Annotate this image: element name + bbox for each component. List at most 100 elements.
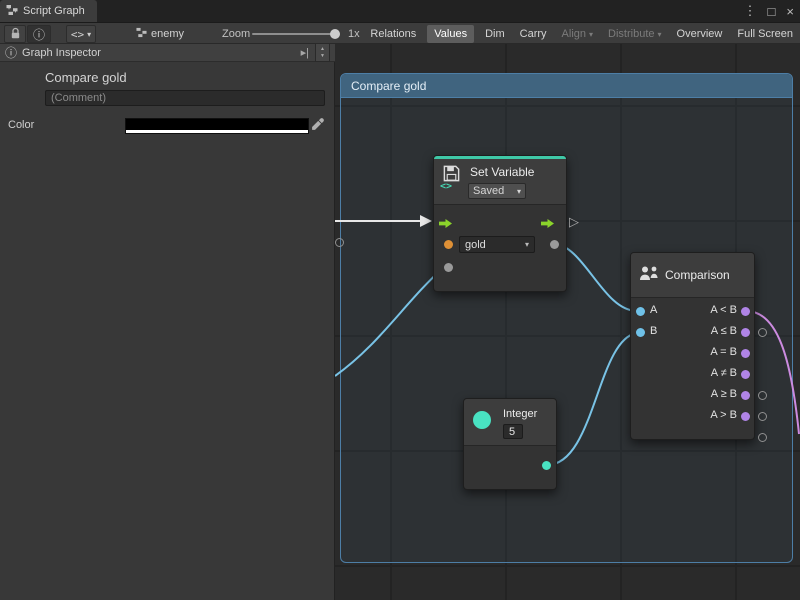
flow-output-arrow-icon[interactable]: [541, 218, 554, 232]
align-label: Align: [562, 28, 586, 40]
value-input-port[interactable]: [444, 263, 453, 272]
graph-icon: [136, 27, 147, 41]
unconnected-port[interactable]: [335, 238, 344, 247]
dim-button[interactable]: Dim: [481, 25, 509, 43]
group-header[interactable]: Compare gold: [341, 74, 792, 98]
variable-kind-dropdown[interactable]: Saved ▾: [468, 183, 526, 199]
spinner-down-icon[interactable]: ▼: [320, 53, 325, 60]
unconnected-port[interactable]: [758, 328, 767, 337]
input-label-a: A: [650, 304, 657, 316]
chevron-down-icon: ▾: [517, 187, 521, 196]
variable-output-port[interactable]: [550, 240, 559, 249]
output-label-gte: A ≥ B: [711, 388, 737, 400]
chevron-down-icon: ▾: [525, 240, 529, 249]
maximize-icon[interactable]: □: [768, 4, 776, 19]
comparison-icon: [639, 265, 659, 285]
comparison-row: A > B: [631, 406, 754, 427]
code-badge-icon: <>: [440, 181, 452, 192]
output-port-eq[interactable]: [741, 349, 750, 358]
unconnected-port[interactable]: [758, 412, 767, 421]
overview-button[interactable]: Overview: [673, 25, 727, 43]
flow-continuation-port[interactable]: ▷: [569, 214, 579, 230]
chevron-down-icon: ▾: [589, 30, 593, 39]
integer-icon: [473, 411, 491, 429]
dock-icon[interactable]: ▸|: [301, 46, 309, 59]
comparison-row: A ≥ B: [631, 385, 754, 406]
color-alpha-bar: [126, 130, 308, 133]
set-variable-title: Set Variable: [470, 165, 534, 179]
output-label-lte: A ≤ B: [711, 325, 737, 337]
integer-value-input[interactable]: 5: [503, 424, 523, 439]
carry-button[interactable]: Carry: [516, 25, 551, 43]
output-port-lt[interactable]: [741, 307, 750, 316]
code-view-button[interactable]: <> ▾: [66, 25, 96, 43]
tab-script-graph[interactable]: Script Graph: [0, 0, 97, 22]
set-variable-accent-bar: [434, 156, 566, 159]
node-set-variable[interactable]: <> Set Variable Saved ▾ gold ▾: [433, 155, 567, 292]
output-label-neq: A ≠ B: [711, 367, 737, 379]
variable-name-port[interactable]: [444, 240, 453, 249]
distribute-button[interactable]: Distribute ▾: [604, 25, 665, 43]
comparison-row: A ≠ B: [631, 364, 754, 385]
zoom-slider[interactable]: [252, 23, 340, 45]
panel-spinner[interactable]: ▲ ▼: [315, 43, 330, 62]
variable-name-value: gold: [465, 239, 486, 251]
comparison-row: B A ≤ B: [631, 322, 754, 343]
toolbar-actions: Relations Values Dim Carry Align ▾ Distr…: [366, 23, 797, 45]
close-icon[interactable]: ×: [786, 4, 794, 19]
node-integer[interactable]: Integer 5: [463, 398, 557, 490]
zoom-slider-track[interactable]: [252, 33, 340, 35]
input-port-a[interactable]: [636, 307, 645, 316]
graph-canvas[interactable]: Compare gold <> Set Variable Saved ▾: [335, 44, 800, 600]
spinner-up-icon[interactable]: ▲: [320, 46, 325, 53]
info-icon: ⓘ: [33, 26, 45, 43]
tab-bar: Script Graph ⋮ □ ×: [0, 0, 800, 22]
zoom-label: Zoom: [222, 28, 250, 40]
window-menu-icon[interactable]: ⋮: [744, 3, 757, 19]
zoom-value: 1x: [348, 28, 360, 40]
variable-name-dropdown[interactable]: gold ▾: [459, 236, 535, 253]
color-swatch[interactable]: [125, 118, 309, 134]
unconnected-port[interactable]: [758, 433, 767, 442]
comparison-title: Comparison: [665, 268, 730, 282]
unconnected-port[interactable]: [758, 391, 767, 400]
align-button[interactable]: Align ▾: [558, 25, 597, 43]
variable-kind-value: Saved: [473, 185, 504, 197]
inspected-graph-title: Compare gold: [45, 70, 127, 85]
graph-name-label: enemy: [151, 28, 184, 40]
comparison-row: A = B: [631, 343, 754, 364]
graph-inspector-panel: ⓘ Graph Inspector ▸| ▲ ▼ Compare gold Co…: [0, 44, 335, 600]
flow-input-arrow-icon[interactable]: [439, 218, 452, 232]
lock-icon: [10, 27, 21, 42]
input-label-b: B: [650, 325, 657, 337]
graph-toolbar: ⓘ <> ▾ enemy Zoom 1x Relations Values Di…: [0, 22, 800, 44]
zoom-slider-knob[interactable]: [330, 29, 340, 39]
integer-value: 5: [509, 426, 515, 438]
node-comparison[interactable]: Comparison A A < B B A ≤ B A = B A ≠ B: [630, 252, 755, 440]
fullscreen-button[interactable]: Full Screen: [733, 25, 797, 43]
inspector-toggle-button[interactable]: ⓘ: [27, 25, 51, 43]
output-port-gt[interactable]: [741, 412, 750, 421]
script-graph-icon: [6, 4, 18, 19]
values-button[interactable]: Values: [427, 25, 474, 43]
output-port-gte[interactable]: [741, 391, 750, 400]
window-controls: ⋮ □ ×: [744, 0, 794, 22]
output-port-neq[interactable]: [741, 370, 750, 379]
eyedropper-icon[interactable]: [311, 117, 325, 131]
tab-label: Script Graph: [23, 5, 85, 17]
lock-button[interactable]: [4, 25, 26, 43]
chevron-down-icon: ▾: [658, 30, 662, 39]
input-port-b[interactable]: [636, 328, 645, 337]
distribute-label: Distribute: [608, 28, 654, 40]
graph-inspector-title: Graph Inspector: [22, 47, 101, 59]
integer-output-port[interactable]: [542, 461, 551, 470]
info-icon: ⓘ: [5, 44, 17, 61]
chevron-down-icon: ▾: [87, 30, 91, 39]
graph-breadcrumb[interactable]: enemy: [136, 23, 184, 45]
graph-inspector-header[interactable]: ⓘ Graph Inspector ▸| ▲ ▼: [0, 44, 335, 62]
comment-input[interactable]: [45, 90, 325, 106]
output-label-eq: A = B: [710, 346, 737, 358]
relations-button[interactable]: Relations: [366, 25, 420, 43]
code-icon: <>: [71, 28, 84, 41]
output-port-lte[interactable]: [741, 328, 750, 337]
